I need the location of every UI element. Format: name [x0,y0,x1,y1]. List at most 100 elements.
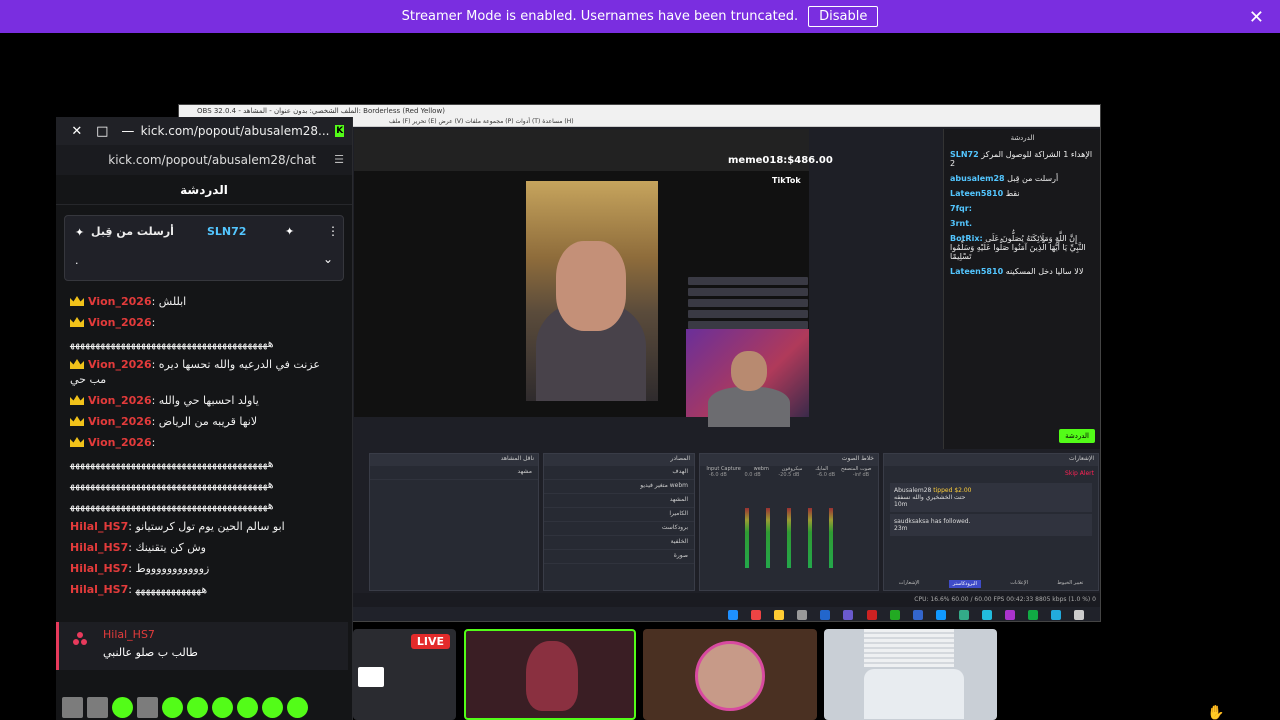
tiktok-video [526,181,658,401]
chat-message: Vion_2026: عزنت في الدرعيه والله تحسها د… [70,358,320,386]
sources-dock: المصادر الهدف متغير فيديو webm المشهد ال… [543,453,695,591]
source-row[interactable]: برودكاست [544,522,694,536]
obs-chat-dock: الدردشة SLN72 الإهداء 1 الشراكة للوصول ا… [943,129,1100,449]
obs-chat-header: الدردشة [1010,134,1035,142]
chrome-icon[interactable] [751,610,762,620]
crown-icon [70,359,84,369]
app-icon[interactable] [820,610,831,620]
webcam-body [708,387,790,427]
emote-icon[interactable] [262,696,283,718]
reply-text: طالب ب صلو عالنبي [103,646,198,659]
windows-icon[interactable] [1074,610,1085,620]
pin-icon: ✦ [75,226,85,239]
thumbnail-bed [864,669,964,719]
popout-url: kick.com/popout/abusalem28/chat [108,153,316,167]
app-icon[interactable] [866,610,877,620]
chat-message: Vion_2026: ابللش [56,291,353,312]
volume-meter[interactable] [808,508,813,568]
tiktok-label: TikTok [772,176,801,185]
pinned-message[interactable]: ✦ أرسلت من قِبل SLN72 ✦ ⋮ . ⌄ [64,215,344,281]
chevron-down-icon[interactable]: ⌄ [323,252,333,266]
emote-icon[interactable] [87,696,108,718]
source-row[interactable]: المشهد [544,494,694,508]
obs-icon[interactable] [797,610,808,620]
emote-icon[interactable] [237,696,258,718]
site-settings-icon[interactable]: ☰ [334,153,344,166]
popout-url-bar[interactable]: kick.com/popout/abusalem28/chat ☰ [56,145,352,175]
stream-thumbnail[interactable] [643,629,817,720]
pinned-by-label: أرسلت من قِبل [91,225,174,238]
obs-chat-line: BotRix: إِنَّ اللَّهَ وَمَلَائِكَتَهُ يُ… [950,234,1086,261]
reply-preview[interactable]: Hilal_HS7 طالب ب صلو عالنبي [56,622,348,670]
volume-meter[interactable] [787,508,791,568]
emote-icon[interactable] [187,696,208,718]
app-icon[interactable] [1005,610,1016,620]
disable-button[interactable]: Disable [808,6,879,27]
discord-icon[interactable] [843,610,854,620]
app-icon[interactable] [912,610,923,620]
thumbnail-image [526,641,578,711]
chat-message: Hilal_HS7: زوووووووووووط [70,562,210,575]
close-icon[interactable]: ✕ [64,124,90,139]
app-icon[interactable] [1028,610,1039,620]
events-tab[interactable]: تغيير الخيوط [1057,580,1083,588]
source-row[interactable]: الخلفية [544,536,694,550]
stream-thumbnail[interactable] [824,629,997,720]
events-tab[interactable]: الإشعارات [899,580,920,588]
webcam-head [731,351,767,391]
emote-icon[interactable] [162,696,183,718]
source-row[interactable]: الكاميرا [544,508,694,522]
maximize-icon[interactable]: □ [90,124,116,139]
chat-title: الدردشة [56,175,352,205]
app-icon[interactable] [1051,610,1062,620]
overlay-donation-text: meme018:$486.00 [728,155,833,166]
obs-title-bar: OBS 32.0.4 - الملف الشخصي: بدون عنوان - … [179,105,1100,117]
audio-mixer-dock: خلاط الصوت Input Capture webm ميكروفون ا… [699,453,879,591]
volume-meter[interactable] [744,508,749,568]
app-icon[interactable] [728,610,738,620]
streamer-webcam [686,329,809,427]
emote-icon[interactable] [287,696,308,718]
source-row[interactable]: صورة [544,550,694,564]
events-tab[interactable]: الإعلانات [1010,580,1028,588]
obs-chat-line: 7fqr: [950,204,972,213]
obs-preview[interactable]: meme018:$486.00 TikTok [354,129,833,427]
chat-message: Vion_2026: [56,312,353,333]
kick-dots-icon [73,632,87,646]
kick-logo-icon: K [335,125,344,137]
emote-icon[interactable] [137,696,158,718]
obs-chat-send-button[interactable]: الدردشة [1059,429,1095,443]
stream-thumbnail-selected[interactable] [464,629,636,720]
events-tab-active[interactable]: البرودكاستر [948,580,981,588]
scene-row[interactable]: مشهد [370,466,538,480]
emote-icon[interactable] [62,696,83,718]
popout-title: kick.com/popout/abusalem28... [140,124,330,138]
folder-icon[interactable] [774,610,785,620]
emote-icon[interactable] [212,696,233,718]
volume-meter[interactable] [765,508,770,568]
source-row[interactable]: متغير فيديو webm [544,480,694,494]
obs-chat-line: Lateen5810 لالا ساليا دخل المسكينه [950,267,1084,276]
stream-thumbnail[interactable]: LIVE [353,629,456,720]
xbox-icon[interactable] [889,610,900,620]
close-icon[interactable]: ✕ [1249,7,1264,28]
source-row[interactable]: الهدف [544,466,694,480]
chat-message: Hilal_HS7: ابو سالم الحين يوم تول كرستيا… [70,520,285,533]
emote-icon[interactable] [112,696,133,718]
chat-message-list[interactable]: Vion_2026: ابللش Vion_2026: ﻫﻬﻬﻬﻬﻬﻬﻬﻬﻬﻬﻬ… [56,291,353,600]
pin-toggle-icon[interactable]: ✦ [285,225,294,238]
skip-alert-button[interactable]: Skip Alert [884,466,1098,481]
app-icon[interactable] [958,610,969,620]
app-icon[interactable] [982,610,993,620]
kick-chat-popout: ✕ □ — kick.com/popout/abusalem28... K ki… [56,117,353,720]
crown-icon [70,416,84,426]
chat-message: Vion_2026: [56,432,353,453]
scene-dock-title: ناقل المشاهد [370,454,538,466]
app-icon[interactable] [935,610,946,620]
chat-message-continued: ﻫﻬﻬﻬﻬﻬﻬﻬﻬﻬﻬﻬﻬﻬﻬﻬﻬﻬﻬﻬﻬﻬﻬﻬﻬﻬﻬﻬﻬﻬﻬﻬﻬﻬﻬﻬﻬﻬﻬﻬ [70,478,275,491]
chat-message-continued: ﻫﻬﻬﻬﻬﻬﻬﻬﻬﻬﻬﻬﻬﻬﻬﻬﻬﻬﻬﻬﻬﻬﻬﻬﻬﻬﻬﻬﻬﻬﻬﻬﻬﻬﻬﻬﻬﻬﻬﻬ [70,457,275,470]
more-options-icon[interactable]: ⋮ [327,224,339,238]
minimize-icon[interactable]: — [115,124,141,139]
crown-icon [70,395,84,405]
volume-meter[interactable] [829,508,834,568]
